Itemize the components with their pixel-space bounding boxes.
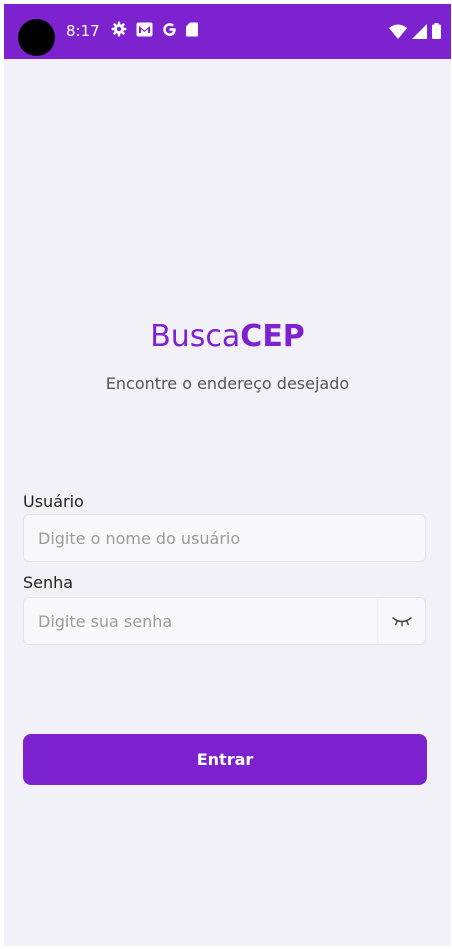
app-logo-title: BuscaCEP — [4, 318, 451, 356]
password-toggle-divider — [377, 599, 378, 643]
app-screen: 8:17 BuscaCEP Encontre o endereço deseja… — [4, 4, 451, 946]
camera-cutout — [18, 19, 55, 56]
brand-regular: Busca — [150, 319, 241, 354]
password-input[interactable] — [24, 598, 425, 644]
password-field[interactable] — [23, 597, 426, 645]
google-icon — [162, 22, 177, 37]
user-field[interactable] — [23, 514, 426, 562]
user-label: Usuário — [23, 492, 84, 511]
status-time: 8:17 — [66, 22, 100, 40]
gmail-icon — [136, 22, 153, 37]
status-bar: 8:17 — [4, 4, 451, 59]
password-label: Senha — [23, 573, 74, 592]
wifi-icon — [389, 24, 407, 39]
user-input[interactable] — [24, 515, 425, 561]
signal-icon — [412, 23, 427, 39]
login-button[interactable]: Entrar — [23, 734, 427, 785]
eye-closed-icon[interactable] — [391, 612, 413, 630]
sd-card-icon — [186, 22, 198, 37]
gear-icon — [111, 21, 127, 37]
brand-bold: CEP — [240, 319, 305, 354]
tagline: Encontre o endereço desejado — [105, 374, 350, 393]
battery-icon — [432, 23, 441, 39]
